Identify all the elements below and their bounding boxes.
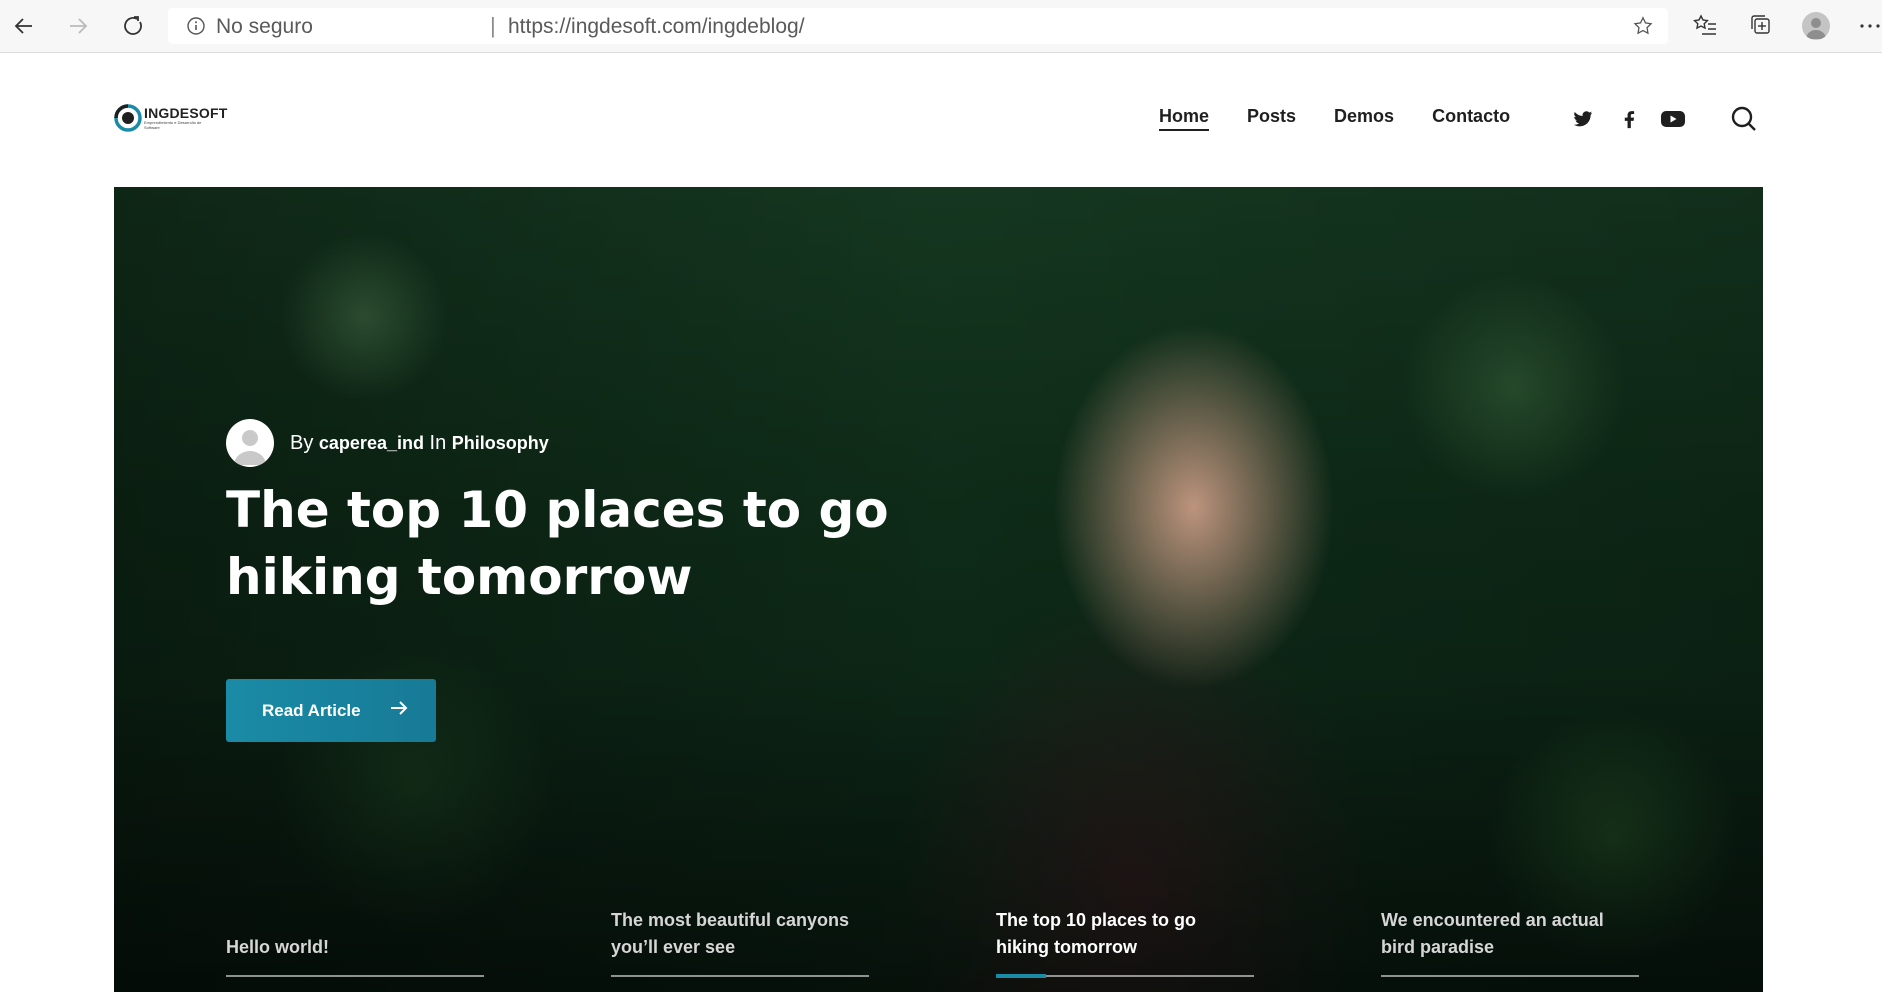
slide-progress xyxy=(226,975,484,977)
nav-demos[interactable]: Demos xyxy=(1334,106,1394,131)
slide-title: The top 10 places to go hiking tomorrow xyxy=(996,910,1197,957)
profile-avatar[interactable] xyxy=(1802,12,1830,40)
user-icon xyxy=(234,430,266,465)
arrow-right-icon xyxy=(70,18,88,34)
arrow-left-icon xyxy=(14,18,32,34)
slide-tab[interactable]: We encountered an actual bird paradise xyxy=(1381,897,1639,977)
back-button[interactable] xyxy=(10,12,38,40)
logo-name: INGDESOFT xyxy=(144,105,228,121)
slide-title: Hello world! xyxy=(226,937,329,957)
youtube-icon[interactable] xyxy=(1660,108,1686,135)
slide-progress xyxy=(611,975,869,977)
reload-button[interactable] xyxy=(120,12,148,40)
slide-progress xyxy=(996,974,1254,978)
collections-icon[interactable] xyxy=(1748,12,1774,43)
search-icon[interactable] xyxy=(1730,105,1758,138)
facebook-icon[interactable] xyxy=(1618,108,1640,135)
address-bar[interactable]: No seguro | https://ingdesoft.com/ingdeb… xyxy=(168,8,1668,44)
slide-tab[interactable]: The most beautiful canyons you’ll ever s… xyxy=(611,897,869,977)
read-article-label: Read Article xyxy=(262,700,361,720)
post-meta: By caperea_ind In Philosophy xyxy=(226,419,549,467)
nav-posts[interactable]: Posts xyxy=(1247,106,1296,131)
refresh-icon xyxy=(124,16,142,35)
main-navigation: Home Posts Demos Contacto xyxy=(1159,106,1548,131)
logo-mark-icon xyxy=(114,104,142,132)
address-separator: | xyxy=(490,13,496,38)
slide-tab-active[interactable]: The top 10 places to go hiking tomorrow xyxy=(996,897,1254,978)
security-label: No seguro xyxy=(216,15,313,38)
author-link[interactable]: caperea_ind xyxy=(319,433,424,453)
info-icon[interactable] xyxy=(186,16,206,41)
more-menu-icon[interactable] xyxy=(1858,14,1882,43)
favorite-star-icon[interactable] xyxy=(1632,15,1654,42)
nav-home[interactable]: Home xyxy=(1159,106,1210,131)
read-article-button[interactable]: Read Article xyxy=(226,679,436,742)
category-link[interactable]: Philosophy xyxy=(452,433,549,453)
hero-slider: By caperea_ind In Philosophy The top 10 … xyxy=(114,187,1763,992)
user-icon xyxy=(1806,18,1826,39)
author-avatar[interactable] xyxy=(226,419,274,467)
favorites-icon[interactable] xyxy=(1692,12,1718,43)
slide-title: The most beautiful canyons you’ll ever s… xyxy=(611,910,850,957)
nav-contacto[interactable]: Contacto xyxy=(1432,106,1510,131)
browser-toolbar: No seguro | https://ingdesoft.com/ingdeb… xyxy=(0,0,1882,53)
in-label: In xyxy=(429,431,447,454)
by-label: By xyxy=(290,431,314,454)
twitter-icon[interactable] xyxy=(1572,108,1594,135)
url-text[interactable]: https://ingdesoft.com/ingdeblog/ xyxy=(508,15,805,39)
site-logo[interactable]: INGDESOFT Emprendimiento e Desarrollo de… xyxy=(114,104,227,132)
slide-navigation: Hello world! The most beautiful canyons … xyxy=(226,897,1639,978)
slide-title: We encountered an actual bird paradise xyxy=(1381,910,1604,957)
forward-button[interactable] xyxy=(64,12,92,40)
slide-progress xyxy=(1381,975,1639,977)
hero-title[interactable]: The top 10 places to go hiking tomorrow xyxy=(226,477,906,611)
arrow-right-icon xyxy=(389,698,409,723)
slide-tab[interactable]: Hello world! xyxy=(226,897,484,977)
logo-tagline: Emprendimiento e Desarrollo de Software xyxy=(144,120,202,130)
